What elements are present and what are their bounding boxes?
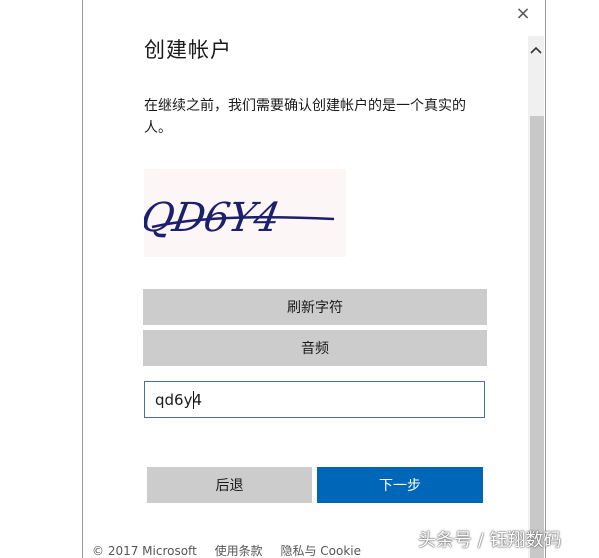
copyright-text: © 2017 Microsoft bbox=[92, 544, 197, 558]
close-icon[interactable]: × bbox=[514, 4, 532, 24]
captcha-answer-input[interactable] bbox=[144, 381, 485, 418]
watermark-text: 头条号 / 钰翔数码 bbox=[418, 530, 562, 551]
page-title: 创建帐户 bbox=[144, 38, 232, 62]
chevron-up-icon[interactable] bbox=[528, 36, 544, 64]
back-button[interactable]: 后退 bbox=[147, 467, 312, 503]
captcha-image: QD6Y4 bbox=[137, 169, 346, 257]
captcha-glyphs: QD6Y4 bbox=[137, 194, 335, 241]
audio-button[interactable]: 音频 bbox=[143, 330, 487, 366]
footer: © 2017 Microsoft 使用条款 隐私与 Cookie bbox=[92, 542, 375, 558]
refresh-characters-button[interactable]: 刷新字符 bbox=[143, 289, 487, 325]
page: × 创建帐户 在继续之前，我们需要确认创建帐户的是一个真实的人。 QD6Y4 刷… bbox=[0, 0, 599, 558]
vertical-scrollbar[interactable] bbox=[528, 36, 544, 558]
privacy-link[interactable]: 隐私与 Cookie bbox=[280, 544, 361, 558]
text-caret bbox=[193, 391, 194, 409]
next-button[interactable]: 下一步 bbox=[317, 467, 483, 503]
description-text: 在继续之前，我们需要确认创建帐户的是一个真实的人。 bbox=[144, 98, 466, 136]
terms-link[interactable]: 使用条款 bbox=[215, 544, 263, 558]
scrollbar-thumb[interactable] bbox=[530, 116, 544, 558]
